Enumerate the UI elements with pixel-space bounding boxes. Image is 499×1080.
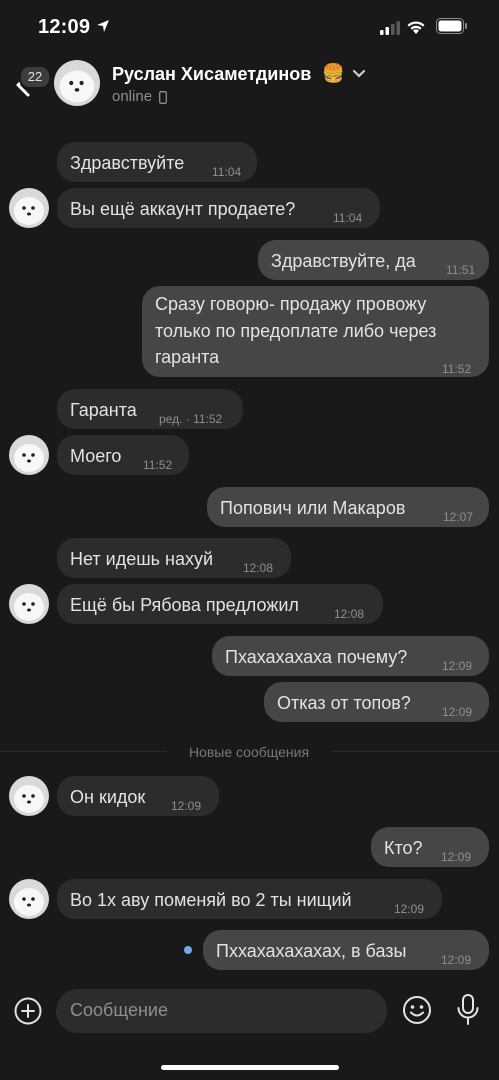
message-input[interactable]: Сообщение	[56, 989, 387, 1033]
message-text: Нет идешь нахуй	[70, 549, 214, 569]
message-time: 12:08	[334, 607, 365, 621]
message-text: Пхахахахаха почему?	[225, 647, 408, 667]
message-bubble[interactable]: Кто? 12:09	[371, 827, 489, 867]
dog-avatar-icon	[9, 879, 49, 919]
new-messages-label: Новые сообщения	[166, 742, 332, 762]
message-input-placeholder: Сообщение	[70, 1000, 168, 1020]
chevron-down-icon[interactable]	[352, 69, 366, 79]
message-text: Ещё бы Рябова предложил	[70, 595, 299, 615]
dog-avatar-icon	[9, 435, 49, 475]
dog-avatar-icon	[9, 584, 49, 624]
message-time-edited: ред. · 11:52	[159, 412, 223, 426]
message-text: Во 1х аву поменяй во 2 ты нищий	[70, 890, 352, 910]
message-time: 12:08	[243, 561, 274, 575]
location-arrow-icon	[97, 20, 109, 32]
message-bubble[interactable]: Отказ от топов? 12:09	[264, 682, 489, 722]
emoji-smile-icon[interactable]	[402, 995, 432, 1025]
message-text: Здравствуйте	[70, 153, 185, 173]
message-time: 12:07	[443, 510, 474, 524]
message-time: 12:09	[442, 705, 473, 719]
message-bubble[interactable]: Во 1х аву поменяй во 2 ты нищий 12:09	[57, 879, 442, 919]
message-bubble[interactable]: Ещё бы Рябова предложил 12:08	[57, 584, 383, 624]
sender-avatar[interactable]	[9, 584, 49, 624]
message-time: 11:51	[446, 263, 476, 277]
message-text: Вы ещё аккаунт продаете?	[70, 199, 296, 219]
status-time: 12:09	[38, 16, 91, 38]
message-bubble[interactable]: Пххахахахахах, в базы 12:09	[203, 930, 489, 970]
message-bubble[interactable]: Здравствуйте, да 11:51	[258, 240, 489, 280]
home-indicator[interactable]	[161, 1065, 339, 1070]
battery-icon	[436, 18, 467, 34]
message-bubble[interactable]: Здравствуйте 11:04	[57, 142, 257, 182]
unread-badge: 22	[19, 65, 51, 89]
message-bubble[interactable]: Моего 11:52	[57, 435, 189, 475]
message-time: 12:09	[441, 953, 472, 967]
message-text: Кто?	[384, 838, 423, 858]
message-text: Здравствуйте, да	[271, 251, 416, 271]
message-bubble[interactable]: Нет идешь нахуй 12:08	[57, 538, 291, 578]
sender-avatar[interactable]	[9, 776, 49, 816]
message-text: Пххахахахахах, в базы	[216, 941, 407, 961]
dog-avatar-icon	[9, 776, 49, 816]
message-time: 12:09	[441, 850, 472, 864]
message-bubble[interactable]: Попович или Макаров 12:07	[207, 487, 489, 527]
message-bubble[interactable]: Сразу говорю- продажу провожу только по …	[142, 286, 489, 377]
emoji-status: 🍔	[322, 63, 345, 83]
contact-avatar[interactable]	[54, 60, 100, 106]
message-time: 11:04	[212, 165, 242, 179]
message-time: 12:09	[171, 799, 202, 813]
message-text-line: только по предоплате либо через	[155, 321, 437, 341]
message-time: 11:04	[333, 211, 363, 225]
message-text: Моего	[70, 446, 122, 466]
sender-avatar[interactable]	[9, 879, 49, 919]
mobile-phone-icon	[159, 91, 167, 104]
message-bubble[interactable]: Он кидок 12:09	[57, 776, 219, 816]
contact-name[interactable]: Руслан Хисаметдинов	[112, 64, 311, 85]
sender-avatar[interactable]	[9, 188, 49, 228]
message-bubble[interactable]: Гаранта ред. · 11:52	[57, 389, 243, 429]
message-time: 12:09	[394, 902, 425, 916]
unread-indicator-dot	[184, 946, 192, 954]
microphone-icon[interactable]	[455, 993, 481, 1027]
chat-header: 22 Руслан Хисаметдинов 🍔 online	[0, 52, 499, 124]
message-time: 11:52	[143, 458, 173, 472]
online-status: online	[112, 88, 153, 105]
cellular-signal-icon	[380, 21, 400, 35]
attach-plus-icon[interactable]	[13, 996, 43, 1026]
message-bubble[interactable]: Вы ещё аккаунт продаете? 11:04	[57, 188, 380, 228]
message-text: Попович или Макаров	[220, 498, 406, 518]
message-text-line: Сразу говорю- продажу провожу	[155, 294, 427, 314]
message-bubble[interactable]: Пхахахахаха почему? 12:09	[212, 636, 489, 676]
message-text: Он кидок	[70, 787, 146, 807]
status-bar: 12:09	[0, 0, 499, 52]
message-text: Отказ от топов?	[277, 693, 411, 713]
sender-avatar[interactable]	[9, 435, 49, 475]
dog-avatar-icon	[54, 60, 100, 106]
dog-avatar-icon	[9, 188, 49, 228]
message-time: 11:52	[442, 362, 472, 376]
message-text-line: гаранта	[155, 347, 220, 367]
wifi-icon	[407, 21, 425, 34]
message-text: Гаранта	[70, 400, 137, 420]
message-time: 12:09	[442, 659, 473, 673]
